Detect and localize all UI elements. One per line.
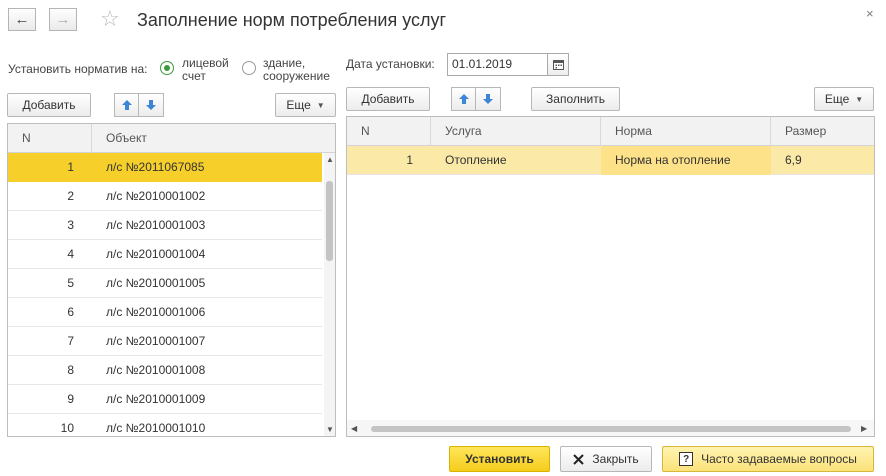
column-header-norm[interactable]: Норма (601, 117, 771, 146)
table-row[interactable]: 8 л/с №2010001008 (8, 356, 322, 385)
table-row[interactable]: 6 л/с №2010001006 (8, 298, 322, 327)
scroll-down-icon[interactable]: ▼ (326, 425, 334, 434)
help-icon: ? (679, 452, 694, 466)
row-number: 3 (67, 218, 74, 232)
faq-button-label: Часто задаваемые вопросы (701, 452, 857, 466)
row-object: л/с №2011067085 (92, 153, 322, 182)
row-object: л/с №2010001005 (106, 276, 206, 290)
scroll-right-icon[interactable]: ▶ (861, 424, 867, 433)
row-object: л/с №2010001009 (106, 392, 206, 406)
objects-table-header: N Объект (8, 124, 335, 153)
set-norm-label: Установить норматив на: (8, 62, 148, 76)
right-move-down-button[interactable] (476, 87, 501, 111)
chevron-down-icon: ▼ (855, 94, 864, 104)
left-add-button[interactable]: Добавить (7, 93, 91, 117)
arrow-down-icon (146, 100, 156, 110)
norms-table: N Услуга Норма Размер 1 Отопление Норма на… (346, 116, 875, 437)
arrow-left-icon: ← (14, 11, 30, 28)
table-row[interactable]: 7 л/с №2010001007 (8, 327, 322, 356)
calendar-icon (552, 60, 564, 70)
radio-personal-account-label: лицевой счет (182, 56, 229, 83)
column-header-n[interactable]: N (8, 124, 92, 153)
table-row[interactable]: 4 л/с №2010001004 (8, 240, 322, 269)
row-number: 1 (406, 153, 413, 167)
row-number: 4 (67, 247, 74, 261)
right-scroll-thumb[interactable] (371, 426, 851, 432)
left-more-button[interactable]: Еще ▼ (275, 93, 336, 117)
row-object: л/с №2010001006 (106, 305, 206, 319)
objects-table: N Объект 1 л/с №2011067085 2 л/с №201000100… (7, 123, 336, 437)
row-norm: Норма на отопление (601, 146, 771, 175)
scroll-up-icon[interactable]: ▲ (326, 155, 334, 164)
right-add-button[interactable]: Добавить (346, 87, 430, 111)
left-move-buttons (114, 93, 164, 117)
left-move-down-button[interactable] (139, 93, 164, 117)
column-header-object[interactable]: Объект (92, 124, 326, 153)
row-number: 6 (67, 305, 74, 319)
right-more-button[interactable]: Еще ▼ (814, 87, 874, 111)
table-row[interactable]: 9 л/с №2010001009 (8, 385, 322, 414)
faq-button[interactable]: ? Часто задаваемые вопросы (662, 446, 874, 472)
row-number: 8 (67, 363, 74, 377)
right-horizontal-scrollbar[interactable]: ◀ ▶ (347, 420, 874, 436)
left-scroll-thumb[interactable] (326, 181, 333, 261)
column-header-size[interactable]: Размер (771, 117, 874, 146)
scroll-left-icon[interactable]: ◀ (351, 424, 357, 433)
set-button[interactable]: Установить (449, 446, 550, 472)
radio-building[interactable] (242, 61, 256, 75)
table-row[interactable]: 10 л/с №2010001010 (8, 414, 322, 436)
row-object: л/с №2010001007 (106, 334, 206, 348)
row-number: 7 (67, 334, 74, 348)
fill-button[interactable]: Заполнить (531, 87, 620, 111)
right-more-label: Еще (824, 92, 850, 106)
date-label: Дата установки: (346, 57, 435, 71)
norms-table-header: N Услуга Норма Размер (347, 117, 874, 146)
table-row[interactable]: 5 л/с №2010001005 (8, 269, 322, 298)
row-number: 9 (67, 392, 74, 406)
favorite-star-icon[interactable]: ☆ (100, 7, 120, 31)
row-number: 5 (67, 276, 74, 290)
row-object: л/с №2010001010 (106, 421, 206, 435)
radio-building-label: здание, сооружение (263, 56, 330, 83)
date-input[interactable]: 01.01.2019 (447, 53, 548, 76)
page-title: Заполнение норм потребления услуг (137, 10, 447, 30)
close-icon (573, 453, 585, 465)
close-button-label: Закрыть (592, 452, 639, 466)
left-more-label: Еще (286, 98, 311, 112)
table-row[interactable]: 1 Отопление Норма на отопление 6,9 (347, 146, 874, 175)
arrow-right-icon: → (55, 11, 71, 28)
radio-personal-account[interactable] (160, 61, 174, 75)
row-size: 6,9 (785, 153, 802, 167)
row-number: 1 (8, 153, 92, 182)
row-number: 2 (67, 189, 74, 203)
close-button[interactable]: Закрыть (560, 446, 652, 472)
arrow-up-icon (458, 94, 469, 104)
left-vertical-scrollbar[interactable]: ▲ ▼ (324, 153, 335, 436)
back-button[interactable]: ← (8, 8, 36, 31)
arrow-down-icon (483, 94, 493, 104)
row-object: л/с №2010001004 (106, 247, 206, 261)
right-move-up-button[interactable] (451, 87, 476, 111)
table-row[interactable]: 3 л/с №2010001003 (8, 211, 322, 240)
column-header-service[interactable]: Услуга (431, 117, 601, 146)
row-object: л/с №2010001002 (106, 189, 206, 203)
table-row[interactable]: 1 л/с №2011067085 (8, 153, 322, 182)
right-move-buttons (451, 87, 501, 111)
column-header-n[interactable]: N (347, 117, 431, 146)
chevron-down-icon: ▼ (316, 100, 325, 110)
close-icon[interactable]: × (866, 6, 874, 21)
row-service: Отопление (445, 153, 507, 167)
row-number: 10 (60, 421, 74, 435)
left-move-up-button[interactable] (114, 93, 139, 117)
forward-button[interactable]: → (49, 8, 77, 31)
table-row[interactable]: 2 л/с №2010001002 (8, 182, 322, 211)
row-object: л/с №2010001008 (106, 363, 206, 377)
row-object: л/с №2010001003 (106, 218, 206, 232)
arrow-up-icon (121, 100, 132, 110)
calendar-button[interactable] (547, 53, 569, 76)
